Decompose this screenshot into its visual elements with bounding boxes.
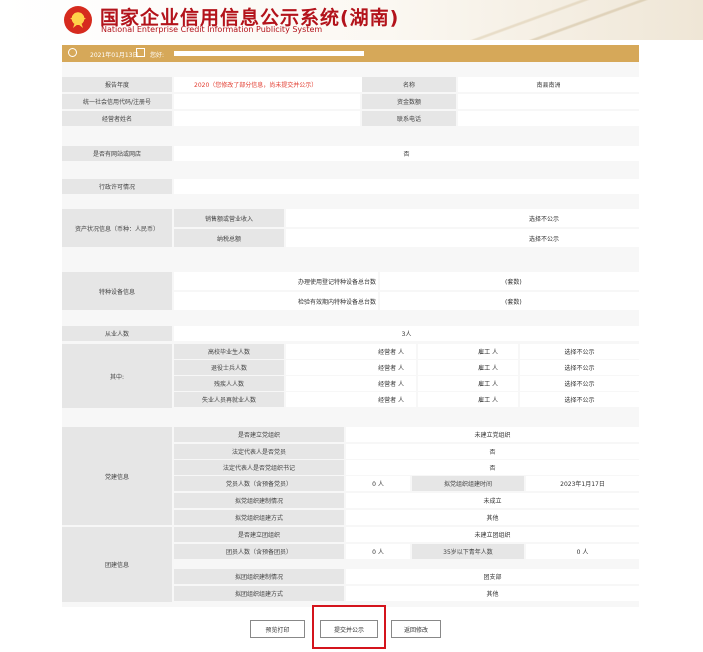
league-members-label: 团员人数（含预备团员） [174,544,344,559]
registered-equipment-value: (套数) [380,272,639,290]
reemployed-label: 失业人员再就业人数 [174,392,284,407]
party-label: 党建信息 [62,427,172,525]
capital-value [458,94,639,109]
disabled-operator: 经营者 人 [286,376,416,391]
reemployed-visibility: 选择不公示 [520,392,639,407]
status-bar: 2021年01月13日 您好: 退出登录 [62,45,668,86]
equipment-label: 特种设备信息 [62,272,172,310]
disabled-employee: 雇工 人 [418,376,518,391]
party-org-label: 是否建立党组织 [174,427,344,442]
league-plan-method-label: 拟团组织组建方式 [174,586,344,601]
sales-value: 选择不公示 [286,209,639,227]
party-plan-time-value: 2023年1月17日 [526,476,639,491]
graduates-visibility: 选择不公示 [520,344,639,359]
league-members-value: 0 人 [346,544,410,559]
youth-count-label: 35岁以下青年人数 [412,544,524,559]
employees-label: 从业人数 [62,326,172,341]
back-edit-button[interactable]: 返回修改 [391,620,441,638]
veterans-operator: 经营者 人 [286,360,416,375]
league-plan-method-value: 其他 [346,586,639,601]
name-label: 名称 [362,77,456,92]
name-value: 南县南洲 [458,77,639,92]
veterans-employee: 雇工 人 [418,360,518,375]
national-emblem-icon [64,6,92,34]
user-greeting: 您好: [150,52,165,59]
system-subtitle: National Enterprise Credit Information P… [101,25,323,34]
rep-member-label: 法定代表人是否党员 [174,444,344,459]
party-plan-time-label: 拟党组织组建时间 [412,476,524,491]
employees-among-label: 其中: [62,344,172,408]
veterans-visibility: 选择不公示 [520,360,639,375]
clock-icon [68,48,77,57]
league-org-label: 是否建立团组织 [174,527,344,542]
phone-label: 联系电话 [362,111,456,126]
employees-value: 3人 [174,326,639,341]
preview-print-button[interactable]: 预览打印 [250,620,305,638]
inspected-equipment-label: 检验有效期内特种设备总台数 [174,292,378,310]
veterans-label: 退役士兵人数 [174,360,284,375]
party-plan-method-label: 拟党组织组建方式 [174,510,344,525]
reemployed-operator: 经营者 人 [286,392,416,407]
disabled-visibility: 选择不公示 [520,376,639,391]
annual-report-form: 报告年度 2020（您修改了部分信息，尚未提交并公示） 名称 南县南洲 统一社会… [62,62,639,607]
website-label: 是否有网站或网店 [62,146,172,161]
operator-name-value [174,111,360,126]
current-date: 2021年01月13日 [90,52,139,59]
party-members-value: 0 人 [346,476,410,491]
graduates-label: 高校毕业生人数 [174,344,284,359]
credit-code-value [174,94,360,109]
user-name-redacted [174,51,364,56]
phone-value [458,111,639,126]
party-org-value: 未建立党组织 [346,427,639,442]
user-icon [136,48,145,57]
registered-equipment-label: 办理使用登记特种设备总台数 [174,272,378,290]
league-plan-status-label: 拟团组织建制情况 [174,569,344,584]
report-year-label: 报告年度 [62,77,172,92]
party-plan-status-label: 拟党组织建制情况 [174,493,344,508]
party-members-label: 党员人数（含预备党员） [174,476,344,491]
site-header: 国家企业信用信息公示系统(湖南) National Enterprise Cre… [0,0,703,40]
disabled-label: 残疾人人数 [174,376,284,391]
party-plan-method-value: 其他 [346,510,639,525]
assets-label: 资产状况信息（币种：人民币） [62,209,172,247]
rep-secretary-value: 否 [346,460,639,475]
sales-label: 销售额或营业收入 [174,209,284,227]
website-value: 否 [174,146,639,161]
header-mountain-decoration [423,0,703,40]
league-org-value: 未建立团组织 [346,527,639,542]
party-plan-status-value: 未成立 [346,493,639,508]
youth-count-value: 0 人 [526,544,639,559]
league-plan-status-value: 团支部 [346,569,639,584]
logout-link[interactable]: 退出登录 [662,50,668,86]
reemployed-employee: 雇工 人 [418,392,518,407]
license-value [174,179,639,194]
license-label: 行政许可情况 [62,179,172,194]
credit-code-label: 统一社会信用代码/注册号 [62,94,172,109]
inspected-equipment-value: (套数) [380,292,639,310]
capital-label: 资金数额 [362,94,456,109]
operator-name-label: 经营者姓名 [62,111,172,126]
rep-secretary-label: 法定代表人是否党组织书记 [174,460,344,475]
report-year-value: 2020（您修改了部分信息，尚未提交并公示） [174,77,384,92]
tax-label: 纳税总额 [174,229,284,247]
submit-highlight-box [312,605,386,649]
logout-icon[interactable] [650,48,660,60]
graduates-employee: 雇工 人 [418,344,518,359]
league-label: 团建信息 [62,527,172,602]
rep-member-value: 否 [346,444,639,459]
graduates-operator: 经营者 人 [286,344,416,359]
tax-value: 选择不公示 [286,229,639,247]
